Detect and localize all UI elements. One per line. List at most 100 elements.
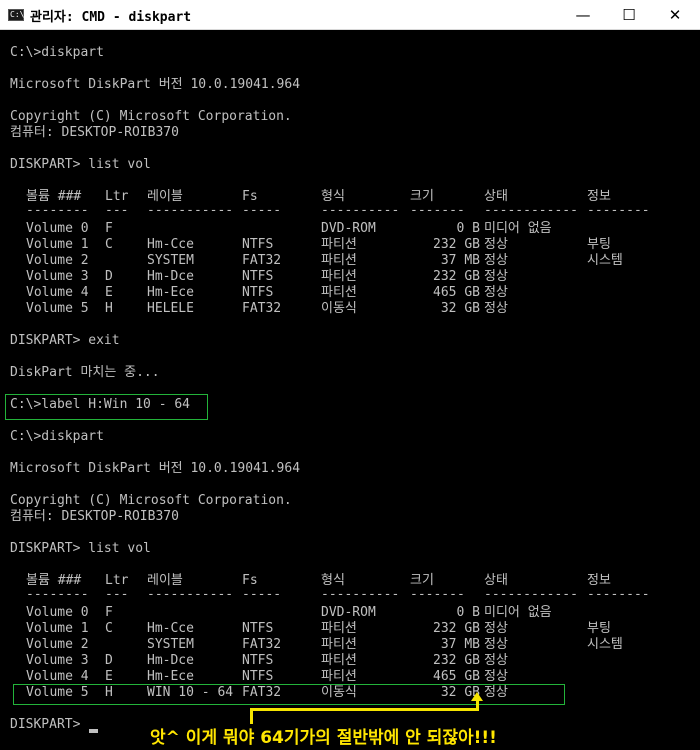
arrow-head bbox=[471, 692, 483, 701]
cell-type: DVD-ROM bbox=[321, 221, 376, 236]
annotation-text: 앗^ 이게 뭐야 64기가의 절반밖에 안 되잖아!!! bbox=[150, 728, 497, 748]
separator-label: ----------- bbox=[147, 203, 234, 218]
maximize-button[interactable]: ☐ bbox=[606, 0, 652, 29]
separator-ltr: --- bbox=[105, 203, 129, 218]
computer-line: 컴퓨터: DESKTOP-ROIB370 bbox=[10, 509, 179, 524]
cell-fs: FAT32 bbox=[242, 301, 282, 316]
copyright-line: Copyright (C) Microsoft Corporation. bbox=[10, 109, 292, 124]
prompt-line: C:\>diskpart bbox=[10, 429, 104, 444]
cell-label: HELELE bbox=[147, 301, 194, 316]
table-row: Volume 1 C Hm-Cce NTFS 파티션 232 GB 정상 부팅 bbox=[10, 621, 700, 637]
copyright-line: Copyright (C) Microsoft Corporation. bbox=[10, 493, 292, 508]
prompt-line: C:\>diskpart bbox=[10, 45, 104, 60]
cell-ltr: E bbox=[105, 669, 113, 684]
cell-info: 시스템 bbox=[587, 253, 623, 268]
title-bar[interactable]: C:\ 관리자: CMD - diskpart — ☐ ✕ bbox=[0, 0, 700, 30]
separator-info: -------- bbox=[587, 203, 650, 218]
computer-line: 컴퓨터: DESKTOP-ROIB370 bbox=[10, 125, 179, 140]
cell-vol: Volume 5 bbox=[26, 301, 89, 316]
table-row: Volume 0 F DVD-ROM 0 B 미디어 없음 bbox=[10, 221, 700, 237]
cell-size: 232 GB bbox=[433, 621, 480, 636]
table-row: Volume 2 SYSTEM FAT32 파티션 37 MB 정상 시스템 bbox=[10, 637, 700, 653]
cell-info: 시스템 bbox=[587, 637, 623, 652]
cell-vol: Volume 2 bbox=[26, 637, 89, 652]
table-row: Volume 5 H HELELE FAT32 이동식 32 GB 정상 bbox=[10, 301, 700, 317]
cell-label: Hm-Cce bbox=[147, 237, 194, 252]
cell-vol: Volume 1 bbox=[26, 237, 89, 252]
cell-status: 정상 bbox=[484, 621, 508, 636]
table-row: Volume 3 D Hm-Dce NTFS 파티션 232 GB 정상 bbox=[10, 269, 700, 285]
cell-ltr: C bbox=[105, 621, 113, 636]
separator-vol: -------- bbox=[26, 587, 89, 602]
cell-ltr: E bbox=[105, 285, 113, 300]
cell-ltr: H bbox=[105, 301, 113, 316]
cell-vol: Volume 0 bbox=[26, 605, 89, 620]
arrow-stem bbox=[476, 700, 479, 710]
cell-type: 파티션 bbox=[321, 253, 357, 268]
cell-ltr: D bbox=[105, 269, 113, 284]
cell-vol: Volume 3 bbox=[26, 269, 89, 284]
separator-type: ---------- bbox=[321, 203, 400, 218]
cell-type: 파티션 bbox=[321, 653, 357, 668]
table1-separator-row: -------- --- ----------- ----- ---------- ---… bbox=[10, 203, 700, 219]
table-row: Volume 1 C Hm-Cce NTFS 파티션 232 GB 정상 부팅 bbox=[10, 237, 700, 253]
table-row: Volume 0 F DVD-ROM 0 B 미디어 없음 bbox=[10, 605, 700, 621]
separator-vol: -------- bbox=[26, 203, 89, 218]
separator-info: -------- bbox=[587, 587, 650, 602]
close-button[interactable]: ✕ bbox=[652, 0, 698, 29]
minimize-button[interactable]: — bbox=[560, 0, 606, 29]
cell-label: Hm-Dce bbox=[147, 269, 194, 284]
prompt-line: DISKPART> exit bbox=[10, 333, 120, 348]
cell-size: 232 GB bbox=[433, 653, 480, 668]
table-row: Volume 4 E Hm-Ece NTFS 파티션 465 GB 정상 bbox=[10, 285, 700, 301]
cell-vol: Volume 3 bbox=[26, 653, 89, 668]
cell-size: 0 B bbox=[456, 221, 480, 236]
cell-ltr: C bbox=[105, 237, 113, 252]
cell-info: 부팅 bbox=[587, 621, 611, 636]
cell-type: 파티션 bbox=[321, 269, 357, 284]
cell-label: Hm-Cce bbox=[147, 621, 194, 636]
cell-status: 정상 bbox=[484, 253, 508, 268]
cell-size: 232 GB bbox=[433, 237, 480, 252]
cell-size: 0 B bbox=[456, 605, 480, 620]
separator-fs: ----- bbox=[242, 203, 282, 218]
version-line: Microsoft DiskPart 버전 10.0.19041.964 bbox=[10, 461, 301, 476]
cell-vol: Volume 2 bbox=[26, 253, 89, 268]
cell-status: 미디어 없음 bbox=[484, 221, 552, 236]
cell-fs: NTFS bbox=[242, 285, 274, 300]
cell-type: DVD-ROM bbox=[321, 605, 376, 620]
cell-type: 파티션 bbox=[321, 621, 357, 636]
separator-ltr: --- bbox=[105, 587, 129, 602]
cell-label: Hm-Dce bbox=[147, 653, 194, 668]
cell-vol: Volume 4 bbox=[26, 285, 89, 300]
cell-fs: FAT32 bbox=[242, 253, 282, 268]
separator-size: ------- bbox=[410, 203, 465, 218]
cell-vol: Volume 0 bbox=[26, 221, 89, 236]
cell-fs: FAT32 bbox=[242, 637, 282, 652]
separator-status: ------------ bbox=[484, 587, 578, 602]
cell-type: 파티션 bbox=[321, 669, 357, 684]
cell-status: 정상 bbox=[484, 269, 508, 284]
cell-size: 37 MB bbox=[440, 637, 480, 652]
separator-label: ----------- bbox=[147, 587, 234, 602]
table-row: Volume 4 E Hm-Ece NTFS 파티션 465 GB 정상 bbox=[10, 669, 700, 685]
cell-label: Hm-Ece bbox=[147, 285, 194, 300]
cell-type: 이동식 bbox=[321, 301, 357, 316]
cell-vol: Volume 4 bbox=[26, 669, 89, 684]
cell-ltr: F bbox=[105, 221, 113, 236]
version-line: Microsoft DiskPart 버전 10.0.19041.964 bbox=[10, 77, 301, 92]
cell-status: 정상 bbox=[484, 653, 508, 668]
cell-fs: NTFS bbox=[242, 669, 274, 684]
arrow-horizontal bbox=[250, 708, 479, 711]
prompt-line: DISKPART> list vol bbox=[10, 541, 151, 556]
prompt-line: DISKPART> list vol bbox=[10, 157, 151, 172]
cell-ltr: F bbox=[105, 605, 113, 620]
table-row: Volume 3 D Hm-Dce NTFS 파티션 232 GB 정상 bbox=[10, 653, 700, 669]
cell-fs: NTFS bbox=[242, 621, 274, 636]
arrow-vertical bbox=[250, 710, 253, 724]
cell-label: SYSTEM bbox=[147, 637, 194, 652]
cell-status: 정상 bbox=[484, 237, 508, 252]
cell-size: 232 GB bbox=[433, 269, 480, 284]
cell-fs: NTFS bbox=[242, 269, 274, 284]
cell-size: 37 MB bbox=[440, 253, 480, 268]
